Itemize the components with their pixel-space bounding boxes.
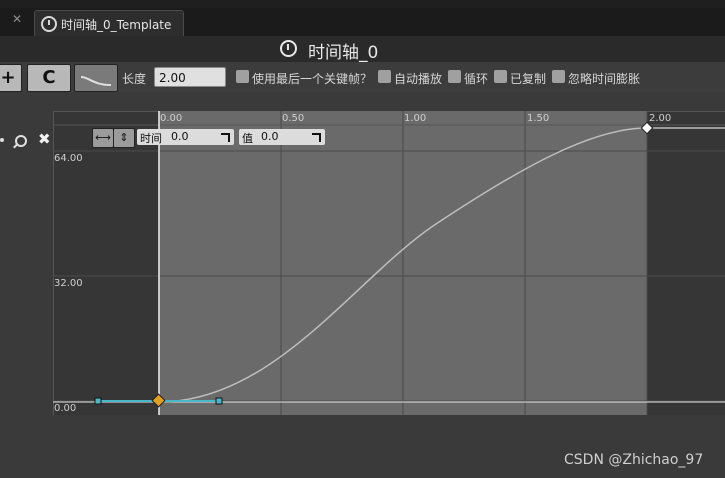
fit-vertical-button[interactable]: ⇕ [113,128,135,148]
fit-horizontal-button[interactable]: ⟷ [92,128,114,148]
expand-arrow-icon [312,133,321,142]
tangent-handle-left [94,397,102,405]
length-input[interactable]: 2.00 [154,67,226,87]
page-title: 时间轴_0 [308,43,379,63]
curve-asset-button[interactable]: C [27,64,71,92]
time-field-label: 时间 [140,132,162,145]
checkbox-label: 循环 [464,72,489,86]
checkbox-label: 使用最后一个关键帧？ [252,72,373,86]
time-tick-label: 1.00 [404,113,427,124]
close-tab-icon[interactable]: ✕ [12,12,22,26]
length-label: 长度 [122,72,147,86]
checkbox-autoplay[interactable] [378,70,391,83]
tab-label: 时间轴_0_Template [61,18,172,32]
top-strip [0,0,725,8]
value-field-label: 值 [242,132,253,145]
time-field[interactable]: 时间 0.0 [137,129,234,145]
checkbox-loop[interactable] [448,70,461,83]
value-tick-label: 32.00 [54,278,83,289]
checkbox-label: 自动播放 [394,72,443,86]
checkbox-replicated[interactable] [494,70,507,83]
time-tick-label: 2.00 [649,113,672,124]
time-field-value: 0.0 [171,130,189,143]
close-icon[interactable]: ✖ [38,130,51,148]
add-icon: + [0,67,16,88]
watermark: CSDN @Zhichao_97 [564,452,704,468]
checkbox-label: 忽略时间膨胀 [568,72,641,86]
curve-graph-canvas [53,111,725,415]
checkbox-ignore-time-dilation[interactable] [552,70,565,83]
tab-timeline-template[interactable]: 时间轴_0_Template [34,10,184,36]
fit-vertical-icon: ⇕ [119,131,129,144]
curve-icon [80,76,112,86]
bottom-area [0,415,725,478]
fit-horizontal-icon: ⟷ [95,131,111,144]
expand-arrow-icon [221,133,230,142]
checkbox-use-last-keyframe[interactable] [236,70,249,83]
value-tick-label: 0.00 [54,403,77,414]
time-tick-label: 0.50 [282,113,305,124]
curve-c-icon: C [42,67,56,88]
checkbox-label: 已复制 [510,72,547,86]
value-field[interactable]: 值 0.0 [239,129,325,145]
value-field-value: 0.0 [261,130,279,143]
time-tick-label: 0.00 [160,113,183,124]
value-tick-label: 64.00 [54,153,83,164]
add-key-button[interactable]: + [0,64,22,92]
tangent-handle-right [215,397,223,405]
search-icon[interactable] [15,135,27,147]
external-curve-button[interactable] [74,64,118,92]
time-tick-label: 1.50 [527,113,550,124]
clock-icon [280,40,297,57]
clock-icon [41,16,57,32]
dot-icon [0,138,4,142]
